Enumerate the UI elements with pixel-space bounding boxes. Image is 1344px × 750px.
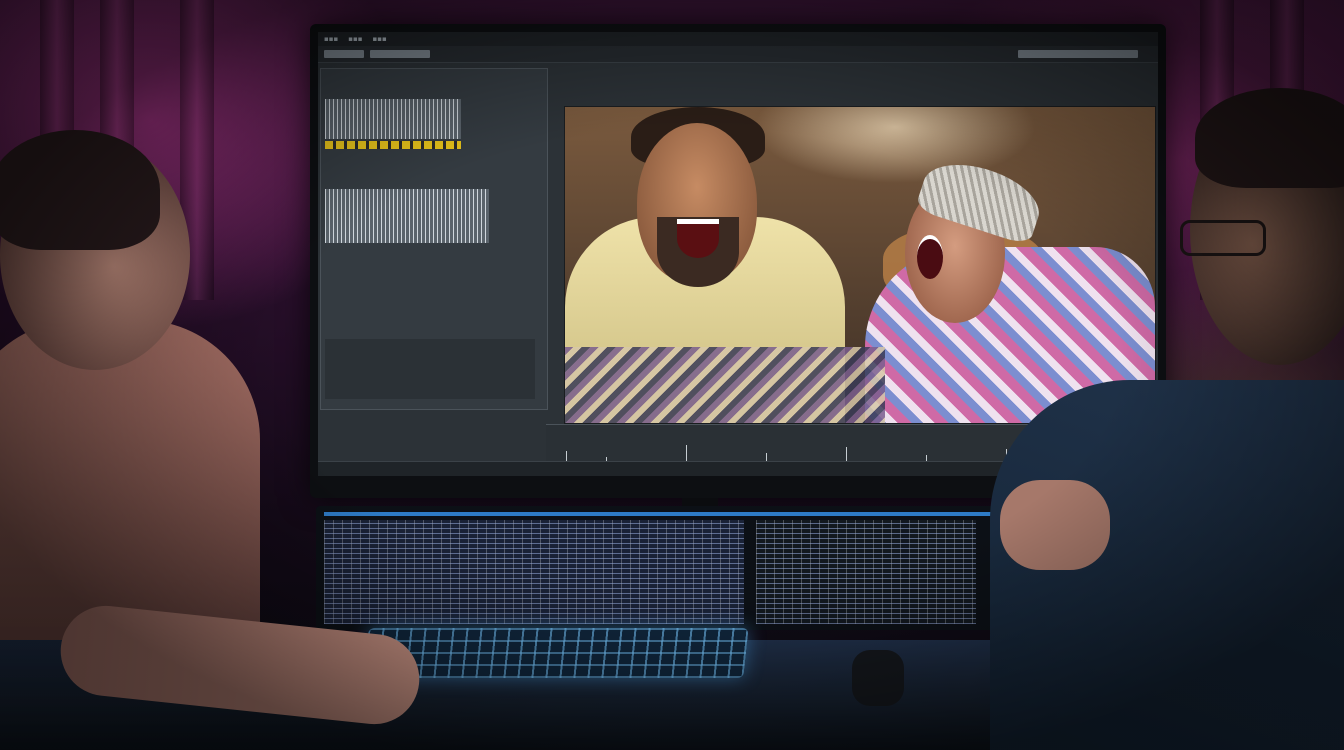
control-panel [756,520,976,624]
clip-track[interactable] [325,141,461,149]
menu-bar[interactable]: ▪▪▪ ▪▪▪ ▪▪▪ [318,32,1158,47]
waveform-display [325,189,489,243]
toolbar-control[interactable] [1018,50,1138,58]
data-grid [324,520,744,624]
secondary-monitor [316,506,1024,630]
mouse [852,650,904,706]
right-person-hand [1000,480,1110,570]
right-person-hair [1195,88,1344,188]
blanket [565,347,885,423]
editing-software-screen: ▪▪▪ ▪▪▪ ▪▪▪ [318,32,1158,476]
menu-item[interactable]: ▪▪▪ [372,35,386,43]
woman-mouth [917,235,943,279]
glasses [1180,220,1266,256]
toolbar[interactable] [318,46,1158,63]
menu-item[interactable]: ▪▪▪ [348,35,362,43]
properties-area [325,339,535,399]
play-icon[interactable] [324,50,364,58]
left-tool-panel [320,68,548,410]
man-mouth [677,219,719,258]
waveform-display [325,99,461,139]
keyboard [363,628,749,678]
left-person-hair [0,130,160,250]
accent-bar [324,512,1016,516]
toolbar-control[interactable] [370,50,430,58]
menu-item[interactable]: ▪▪▪ [324,35,338,43]
photo-scene: ▪▪▪ ▪▪▪ ▪▪▪ [0,0,1344,750]
video-preview[interactable] [564,106,1156,424]
